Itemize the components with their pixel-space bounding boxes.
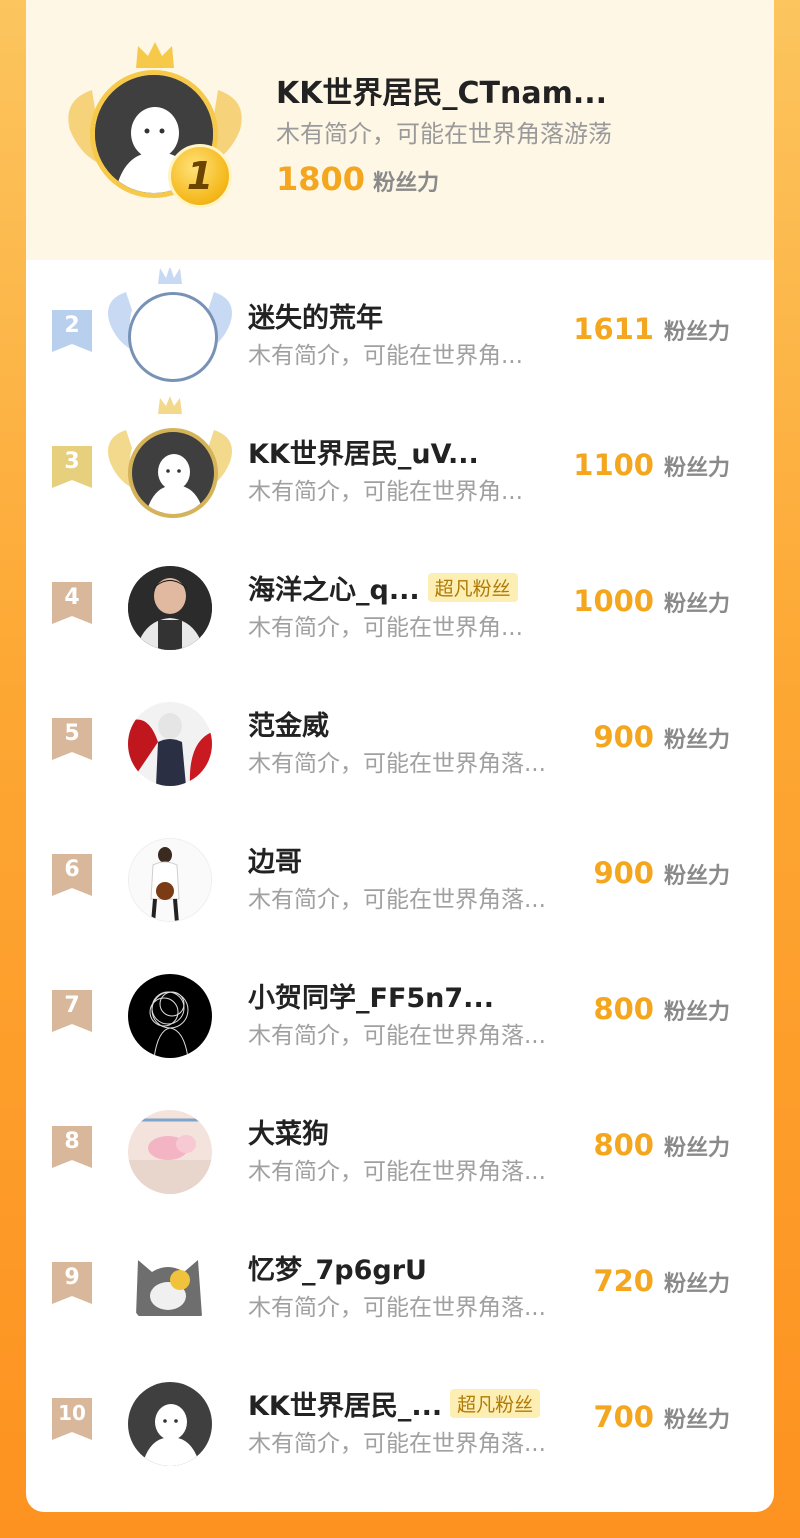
photo-avatar-icon (128, 702, 212, 786)
fan-score: 700 粉丝力 (593, 1400, 730, 1434)
top-fan-entry[interactable]: 1 KK世界居民_CTnam... 木有简介，可能在世界角落游荡 1800 粉丝力 (26, 0, 774, 260)
fan-intro: 木有简介，可能在世界角... (248, 615, 523, 641)
illustration-avatar-icon (128, 1110, 212, 1194)
fan-intro: 木有简介，可能在世界角落... (248, 1295, 546, 1321)
fan-name: KK世界居民_uV... (248, 439, 479, 470)
fan-name: 忆梦_7p6grU (248, 1255, 427, 1286)
default-avatar-icon (146, 454, 204, 514)
top-fan-score: 1800 粉丝力 (276, 160, 439, 198)
avatar[interactable] (128, 1246, 212, 1330)
top-avatar-frame: 1 (62, 40, 248, 216)
fan-name: 边哥 (248, 847, 302, 878)
default-avatar-icon (142, 1404, 200, 1466)
fan-intro: 木有简介，可能在世界角落... (248, 751, 546, 777)
photo-avatar-icon (129, 839, 211, 921)
rank-badge: 5 (52, 718, 92, 760)
rank-badge: 3 (52, 446, 92, 488)
fan-score: 1100 粉丝力 (573, 448, 730, 482)
husky-avatar-icon (128, 1246, 212, 1330)
super-fan-tag: 超凡粉丝 (450, 1389, 541, 1418)
top-fan-intro: 木有简介，可能在世界角落游荡 (276, 120, 612, 148)
fan-score: 1000 粉丝力 (573, 584, 730, 618)
list-item[interactable]: 9 忆梦_7p6grU 木有简介，可能在世界角落... 720 粉丝力 (26, 1212, 774, 1348)
list-item[interactable]: 2 迷失的荒年 木有简介，可能在世界角... 1611 粉丝力 (26, 260, 774, 396)
fan-intro: 木有简介，可能在世界角落... (248, 1023, 546, 1049)
avatar[interactable] (128, 292, 218, 382)
list-item[interactable]: 6 边哥 木有简介，可能在世界角落... 900 粉丝力 (26, 804, 774, 940)
score-unit: 粉丝力 (373, 171, 440, 196)
list-item[interactable]: 10 KK世界居民_... 超凡粉丝 木有简介，可能在世界角落... 700 粉丝力 (26, 1348, 774, 1484)
fan-score: 800 粉丝力 (593, 992, 730, 1026)
list-item[interactable]: 5 范金威 木有简介，可能在世界角落... 900 粉丝力 (26, 668, 774, 804)
top-fan-name: KK世界居民_CTnam... (276, 76, 608, 111)
fan-intro: 木有简介，可能在世界角落... (248, 887, 546, 913)
list-item[interactable]: 4 海洋之心_q... 超凡粉丝 木有简介，可能在世界角... 1000 粉丝力 (26, 532, 774, 668)
super-fan-tag: 超凡粉丝 (427, 573, 518, 602)
avatar[interactable] (128, 838, 212, 922)
fan-intro: 木有简介，可能在世界角落... (248, 1159, 546, 1185)
fan-name: KK世界居民_... 超凡粉丝 (248, 1384, 541, 1423)
score-value: 1800 (276, 160, 366, 198)
fan-score: 720 粉丝力 (593, 1264, 730, 1298)
avatar[interactable] (128, 702, 212, 786)
avatar[interactable] (128, 974, 212, 1058)
photo-avatar-icon (128, 566, 212, 650)
rank-badge: 6 (52, 854, 92, 896)
fan-intro: 木有简介，可能在世界角... (248, 479, 523, 505)
fan-name: 小贺同学_FF5n7... (248, 983, 494, 1014)
fan-score: 900 粉丝力 (593, 720, 730, 754)
scribble-avatar-icon (128, 974, 212, 1058)
avatar[interactable] (128, 1110, 212, 1194)
crown-icon (136, 42, 174, 68)
fan-intro: 木有简介，可能在世界角... (248, 343, 523, 369)
rank-badge: 4 (52, 582, 92, 624)
fan-name: 迷失的荒年 (248, 303, 383, 334)
fan-intro: 木有简介，可能在世界角落... (248, 1431, 546, 1457)
avatar[interactable] (128, 428, 218, 518)
rank-badge: 9 (52, 1262, 92, 1304)
rank-badge: 2 (52, 310, 92, 352)
rank-badge: 8 (52, 1126, 92, 1168)
fan-name: 大菜狗 (248, 1119, 329, 1150)
list-item[interactable]: 3 KK世界居民_uV... 木有简介，可能在世界角... 1100 粉丝力 (26, 396, 774, 532)
fan-score: 900 粉丝力 (593, 856, 730, 890)
avatar[interactable] (128, 566, 212, 650)
rank-badge: 7 (52, 990, 92, 1032)
leaderboard-card: 1 KK世界居民_CTnam... 木有简介，可能在世界角落游荡 1800 粉丝力… (26, 0, 774, 1512)
fan-name: 海洋之心_q... 超凡粉丝 (248, 568, 518, 607)
avatar[interactable] (128, 1382, 212, 1466)
rank-1-medal: 1 (168, 144, 232, 208)
fan-score: 1611 粉丝力 (573, 312, 730, 346)
fan-score: 800 粉丝力 (593, 1128, 730, 1162)
fan-name: 范金威 (248, 711, 329, 742)
rank-badge: 10 (52, 1398, 92, 1440)
list-item[interactable]: 7 小贺同学_FF5n7... 木有简介，可能在世界角落... 800 粉丝力 (26, 940, 774, 1076)
list-item[interactable]: 8 大菜狗 木有简介，可能在世界角落... 800 粉丝力 (26, 1076, 774, 1212)
